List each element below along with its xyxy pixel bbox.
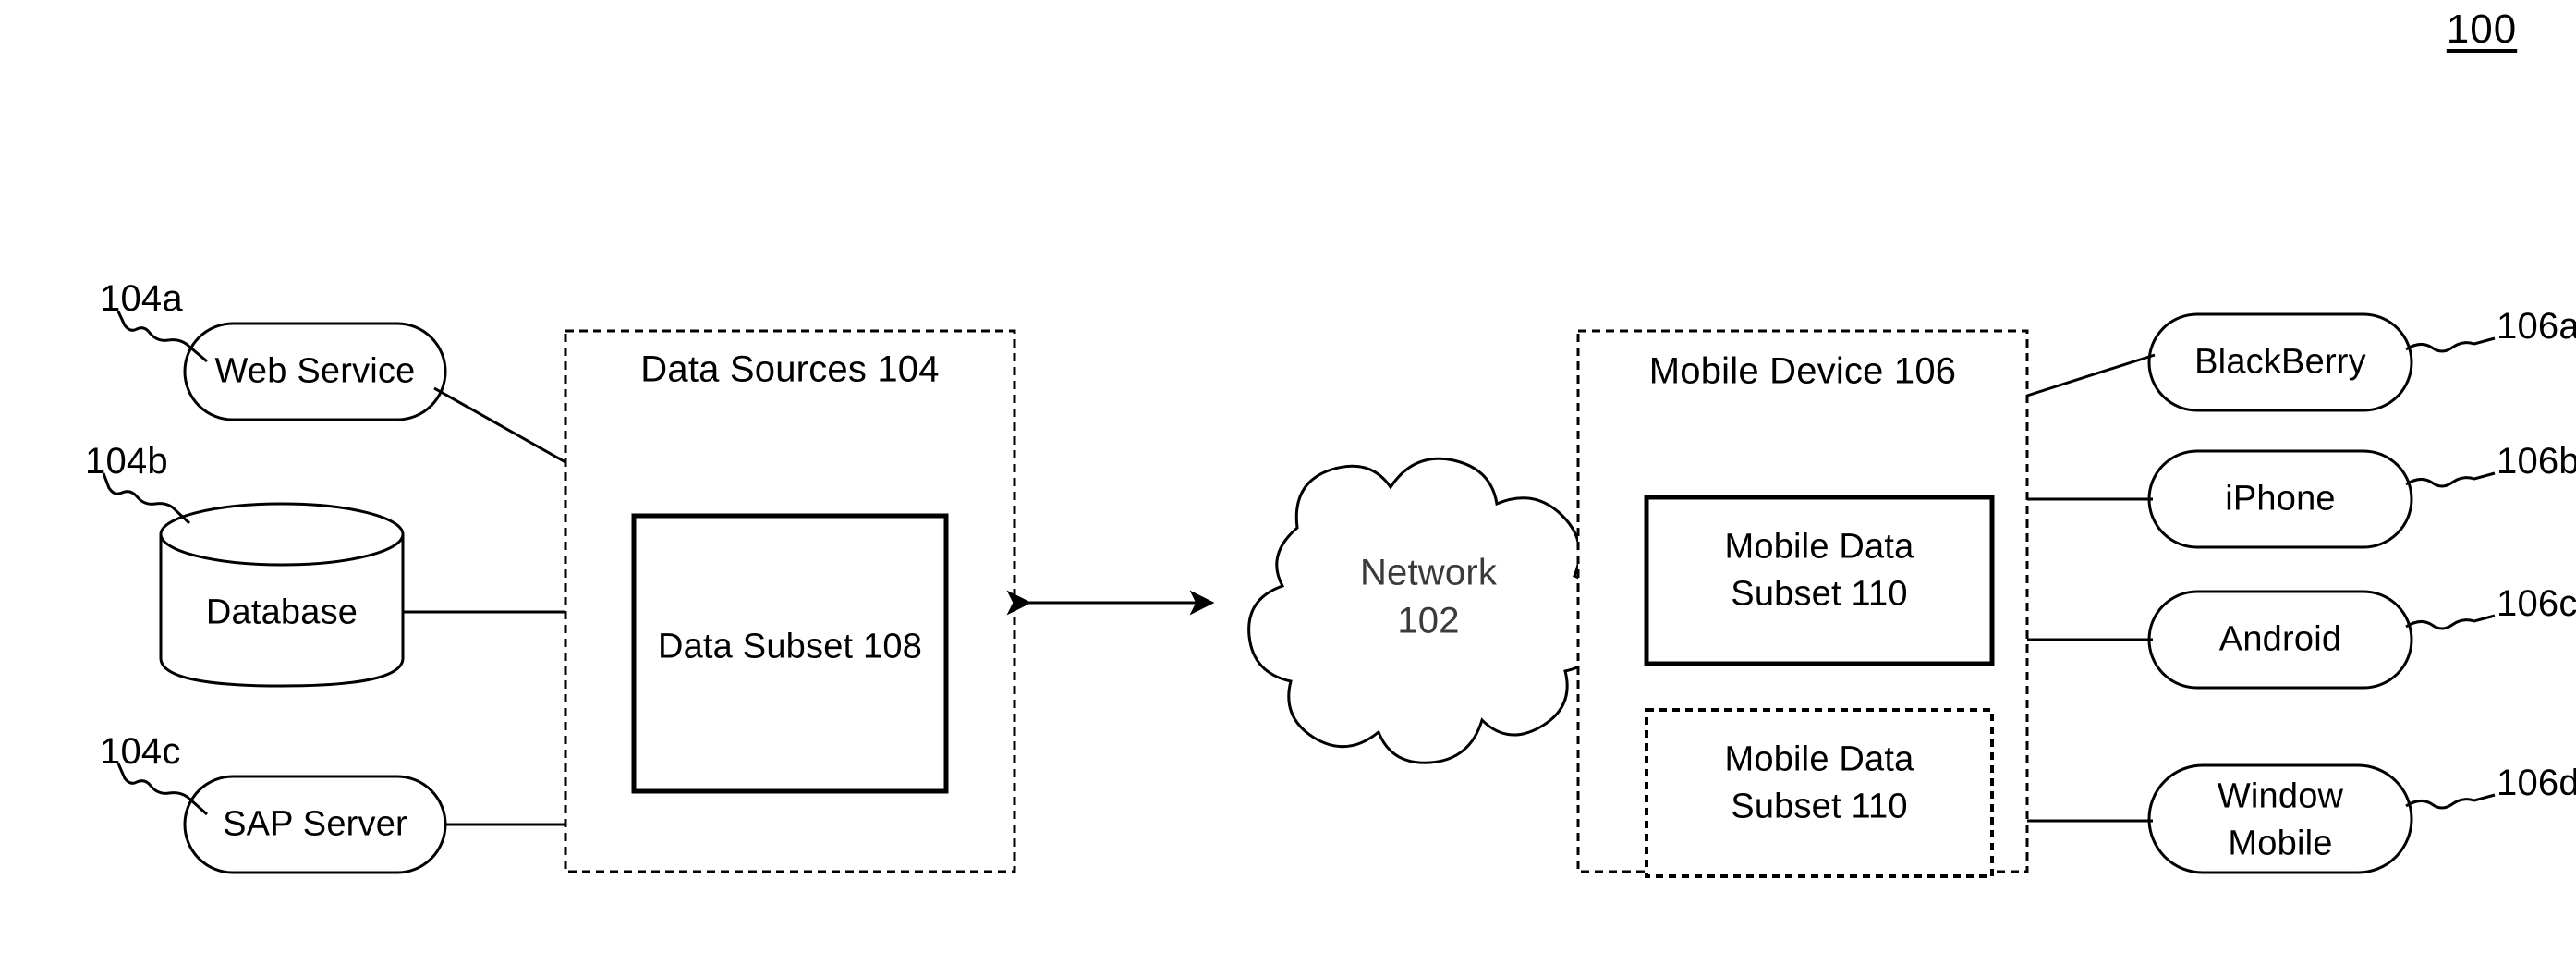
mobile-device-title: Mobile Device 106: [1648, 350, 1957, 392]
network-label-line2: 102: [1397, 600, 1460, 641]
mobile-data-subset-1-line1: Mobile Data: [1724, 527, 1914, 567]
leader-line-106b: [2405, 471, 2496, 488]
ref-label-104b: 104b: [85, 441, 168, 482]
ref-label-106a: 106a: [2497, 306, 2576, 347]
patent-figure: 100 104a 104b 104c Web Service Database …: [0, 0, 2576, 965]
iphone-label: iPhone: [2225, 479, 2336, 519]
data-sources-title: Data Sources 104: [640, 348, 940, 390]
blackberry-label: BlackBerry: [2194, 342, 2366, 382]
ref-label-104c: 104c: [100, 731, 181, 772]
data-subset-label: Data Subset 108: [657, 627, 923, 666]
leader-line-106c: [2405, 614, 2496, 630]
web-service-label: Web Service: [214, 351, 416, 391]
mobile-data-subset-2-line1: Mobile Data: [1724, 739, 1914, 779]
ref-label-104a: 104a: [100, 278, 183, 319]
ref-label-106b: 106b: [2497, 441, 2576, 482]
ref-label-106c: 106c: [2497, 583, 2576, 624]
connector-web-service: [433, 386, 566, 464]
mobile-data-subset-1-line2: Subset 110: [1731, 574, 1908, 614]
leader-line-106d: [2405, 793, 2496, 810]
figure-number: 100: [2446, 6, 2518, 52]
ref-label-106d: 106d: [2497, 763, 2576, 803]
android-label: Android: [2218, 619, 2342, 659]
sap-server-label: SAP Server: [223, 804, 407, 844]
window-mobile-label-line2: Mobile: [2228, 824, 2333, 863]
mobile-data-subset-2-line2: Subset 110: [1731, 787, 1908, 826]
window-mobile-label-line1: Window: [2217, 776, 2344, 816]
network-label-line1: Network: [1359, 552, 1498, 593]
database-shape-top: [159, 502, 405, 567]
leader-line-106a: [2405, 336, 2496, 353]
database-label: Database: [205, 592, 358, 632]
connector-blackberry: [2026, 353, 2156, 397]
